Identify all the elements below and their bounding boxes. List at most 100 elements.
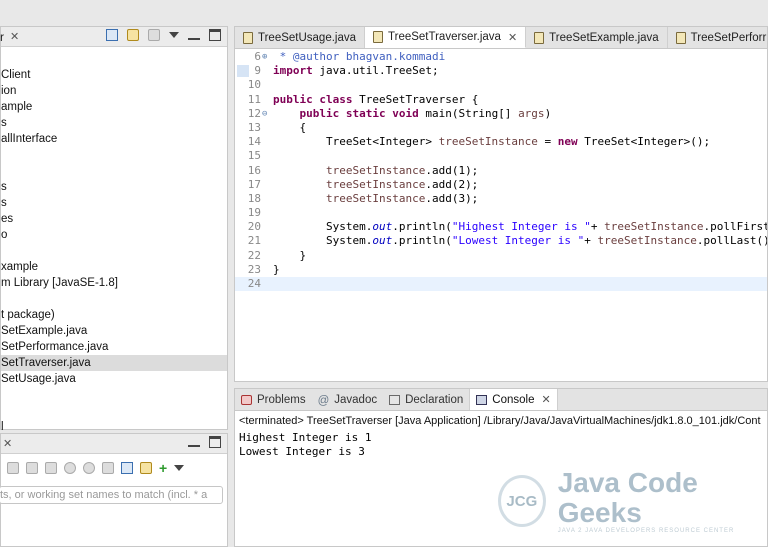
line-number: 19 — [247, 206, 261, 220]
close-icon[interactable]: ✕ — [541, 393, 550, 406]
code-text: public static void main(String[] args) — [299, 106, 552, 120]
stop-icon[interactable] — [45, 462, 57, 474]
console-tab[interactable]: Problems — [235, 389, 312, 410]
tree-item[interactable] — [1, 243, 227, 259]
package-explorer-view: r ✕ Client ion ample s allInterface s s es o xamp… — [0, 26, 228, 433]
task-filter-icon[interactable] — [26, 462, 38, 474]
editor-tab-label: TreeSetTraverser.java — [388, 31, 501, 43]
console-tab-label: Declaration — [405, 393, 464, 406]
close-icon[interactable]: ✕ — [508, 31, 517, 44]
line-number: 18 — [247, 191, 261, 205]
line-number: 11 — [247, 92, 261, 106]
tree-item[interactable] — [1, 291, 227, 307]
line-number: 17 — [247, 177, 261, 191]
tree-item[interactable]: SetUsage.java — [1, 371, 227, 387]
tree-item[interactable] — [1, 403, 227, 419]
java-file-icon — [373, 31, 384, 43]
filter-icon[interactable] — [148, 29, 160, 41]
editor-tab[interactable]: TreeSetTraverser.java ✕ — [365, 27, 527, 48]
console-output[interactable]: Highest Integer is 1 Lowest Integer is 3 — [239, 431, 371, 459]
code-line: 20 System.out.println("Highest Integer i… — [235, 220, 767, 234]
console-terminated-status: <terminated> TreeSetTraverser [Java Appl… — [239, 415, 761, 427]
code-line: 17 treeSetInstance.add(2); — [235, 178, 767, 192]
tree-item[interactable]: es — [1, 211, 227, 227]
task-icon[interactable] — [7, 462, 19, 474]
minimize-icon[interactable] — [188, 437, 200, 447]
maximize-icon[interactable] — [209, 436, 221, 448]
code-text: } — [273, 248, 307, 262]
close-icon[interactable]: ✕ — [10, 30, 19, 43]
collapse-all-icon[interactable] — [106, 29, 118, 41]
view-toolbar — [106, 29, 221, 41]
line-number: 16 — [247, 163, 261, 177]
project-tree: Client ion ample s allInterface s s es o xample m … — [1, 67, 227, 435]
tree-item[interactable]: ion — [1, 83, 227, 99]
view-toolbar — [188, 436, 221, 448]
tree-item[interactable]: s — [1, 179, 227, 195]
console-tab[interactable]: Console ✕ — [469, 389, 558, 410]
code-text: System.out.println("Highest Integer is "… — [273, 220, 768, 234]
tree-item[interactable]: SetTraverser.java — [1, 355, 227, 371]
tree-item[interactable] — [1, 387, 227, 403]
javadoc-icon: @ — [317, 394, 330, 407]
problems-icon — [241, 394, 252, 405]
line-number: 10 — [247, 78, 261, 92]
editor-tab[interactable]: TreeSetPerforr — [668, 27, 767, 48]
code-text: } — [273, 262, 280, 276]
view-menu-icon[interactable] — [169, 32, 179, 38]
circle-icon[interactable] — [83, 462, 95, 474]
console-icon — [476, 394, 488, 405]
minimize-icon[interactable] — [188, 30, 200, 40]
link-with-editor-icon[interactable] — [127, 29, 139, 41]
code-text: * @author bhagvan.kommadi — [273, 50, 446, 63]
console-tab[interactable]: Declaration — [383, 389, 469, 410]
package-explorer-tab[interactable]: r — [0, 30, 4, 44]
editor-tab-bar: TreeSetUsage.java TreeSetTraverser.java ✕ T… — [235, 27, 767, 49]
fold-toggle-icon[interactable]: ⊕ — [262, 50, 267, 64]
tree-item[interactable]: s — [1, 195, 227, 211]
editor-tab[interactable]: TreeSetExample.java — [526, 27, 668, 48]
tree-item[interactable]: xample — [1, 259, 227, 275]
watermark-text: Java Code Geeks JAVA 2 JAVA DEVELOPERS R… — [558, 468, 768, 535]
code-line: 6 ⊕ * @author bhagvan.kommadi — [235, 50, 767, 64]
sync-icon[interactable] — [140, 462, 152, 474]
tree-item[interactable]: Client — [1, 67, 227, 83]
tree-item[interactable]: m Library [JavaSE-1.8] — [1, 275, 227, 291]
edit-icon[interactable] — [102, 462, 114, 474]
working-sets-view: ✕ + ts, or working set names to match (i… — [0, 433, 228, 547]
globe-icon[interactable] — [64, 462, 76, 474]
console-tab[interactable]: @ Javadoc — [312, 389, 384, 410]
tree-item[interactable]: allInterface — [1, 131, 227, 147]
console-tab-label: Javadoc — [334, 393, 378, 406]
line-number: 24 — [247, 277, 261, 290]
tree-item[interactable] — [1, 147, 227, 163]
line-number: 20 — [247, 220, 261, 234]
add-icon[interactable]: + — [159, 461, 167, 475]
code-line: 15 — [235, 149, 767, 163]
line-number: 23 — [247, 262, 261, 276]
editor-tab-label: TreeSetPerforr — [690, 31, 767, 44]
tree-item[interactable]: SetPerformance.java — [1, 339, 227, 355]
view-menu-icon[interactable] — [174, 465, 185, 471]
java-file-icon — [675, 31, 686, 44]
code-line: 11 public class TreeSetTraverser { — [235, 93, 767, 107]
tree-item[interactable]: SetExample.java — [1, 323, 227, 339]
tree-item[interactable]: t package) — [1, 307, 227, 323]
tree-item[interactable]: ample — [1, 99, 227, 115]
code-text: treeSetInstance.add(3); — [325, 191, 479, 205]
tree-item[interactable]: s — [1, 115, 227, 131]
close-icon[interactable]: ✕ — [3, 437, 12, 450]
working-set-filter-input[interactable]: ts, or working set names to match (incl.… — [0, 486, 223, 504]
editor-tab[interactable]: TreeSetUsage.java — [235, 27, 366, 48]
line-number: 9 — [254, 64, 261, 78]
code-area[interactable]: 6 ⊕ * @author bhagvan.kommadi 9 import java… — [235, 50, 767, 381]
line-number: 13 — [247, 120, 261, 134]
java-file-icon — [534, 31, 545, 44]
tree-item[interactable] — [1, 163, 227, 179]
tree-item[interactable]: o — [1, 227, 227, 243]
code-line: 13 { — [235, 121, 767, 135]
code-text: treeSetInstance.add(2); — [325, 177, 479, 191]
fold-toggle-icon[interactable]: ⊖ — [262, 107, 267, 121]
table-icon[interactable] — [121, 462, 133, 474]
maximize-icon[interactable] — [209, 29, 221, 41]
